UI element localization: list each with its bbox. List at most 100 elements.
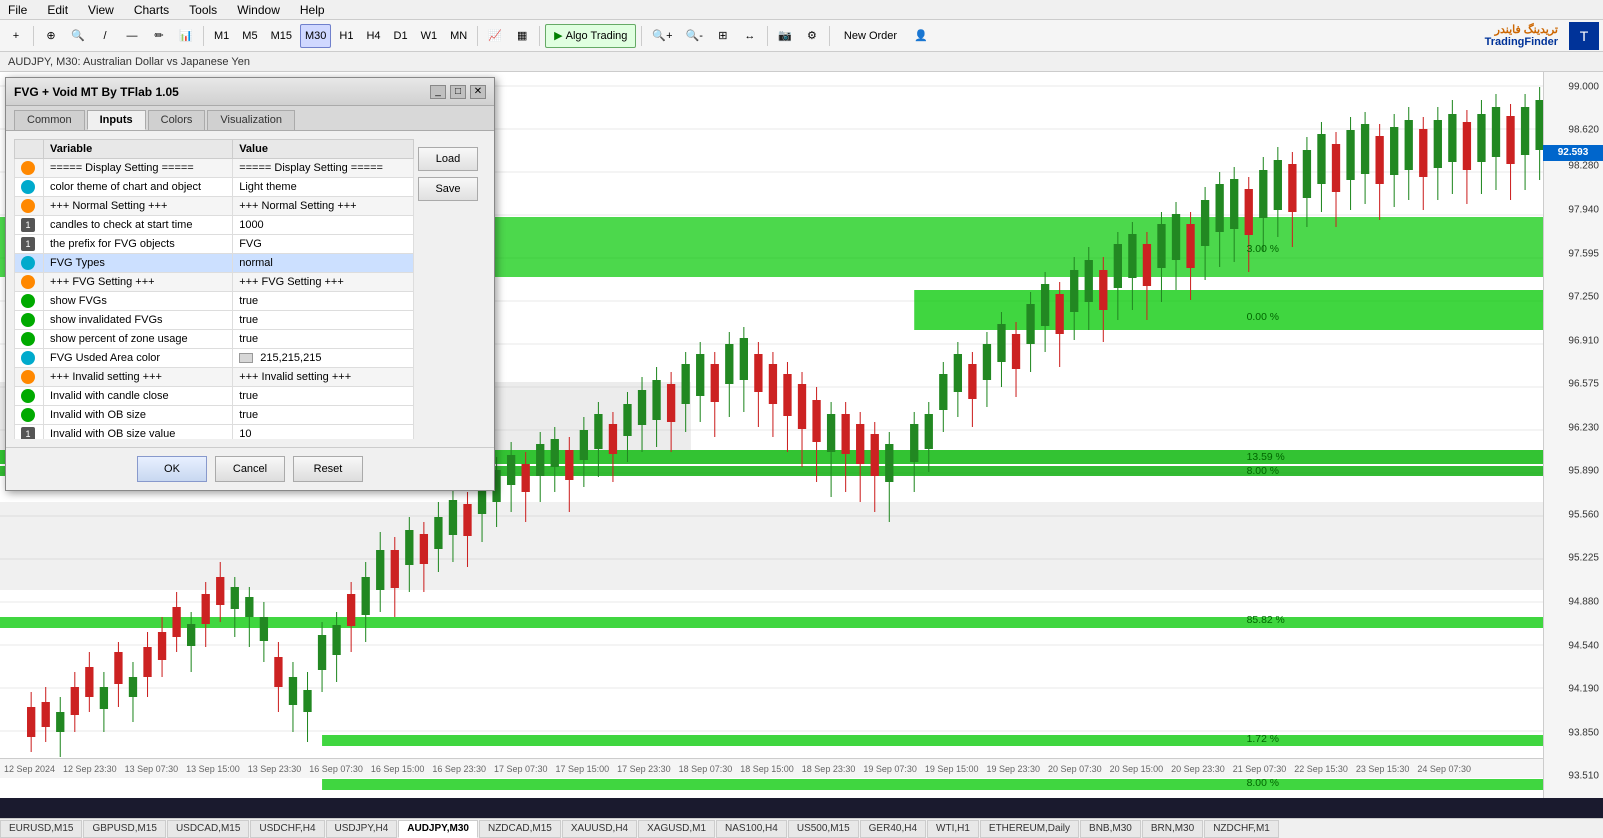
tab-visualization[interactable]: Visualization xyxy=(207,110,295,130)
tf-m5[interactable]: M5 xyxy=(237,24,262,48)
tab-usdjpy-h4[interactable]: USDJPY,H4 xyxy=(326,820,398,838)
zoom-btn[interactable]: 🔍 xyxy=(66,24,90,48)
tf-m30[interactable]: M30 xyxy=(300,24,331,48)
row-value[interactable]: true xyxy=(233,292,414,311)
menu-file[interactable]: File xyxy=(4,3,31,17)
menu-tools[interactable]: Tools xyxy=(185,3,221,17)
table-row[interactable]: 1 the prefix for FVG objects FVG xyxy=(15,235,414,254)
row-value[interactable]: FVG xyxy=(233,235,414,254)
row-value[interactable]: true xyxy=(233,330,414,349)
tab-nzdcad-m15[interactable]: NZDCAD,M15 xyxy=(479,820,561,838)
row-value[interactable]: 215,215,215 xyxy=(233,349,414,368)
row-value[interactable]: normal xyxy=(233,254,414,273)
tab-wti-h1[interactable]: WTI,H1 xyxy=(927,820,979,838)
row-value[interactable]: Light theme xyxy=(233,178,414,197)
tab-common[interactable]: Common xyxy=(14,110,85,130)
tab-nas100-h4[interactable]: NAS100,H4 xyxy=(716,820,787,838)
menu-view[interactable]: View xyxy=(84,3,118,17)
reset-button[interactable]: Reset xyxy=(293,456,363,482)
table-row[interactable]: color theme of chart and object Light th… xyxy=(15,178,414,197)
tf-m15[interactable]: M15 xyxy=(266,24,297,48)
save-button[interactable]: Save xyxy=(418,177,478,201)
menu-charts[interactable]: Charts xyxy=(130,3,173,17)
tb-sep-2 xyxy=(203,26,204,46)
table-row[interactable]: Invalid with candle close true xyxy=(15,387,414,406)
tf-h1[interactable]: H1 xyxy=(334,24,358,48)
table-row[interactable]: show FVGs true xyxy=(15,292,414,311)
new-order-btn[interactable]: New Order xyxy=(835,24,906,48)
tf-m1[interactable]: M1 xyxy=(209,24,234,48)
tf-d1[interactable]: D1 xyxy=(389,24,413,48)
row-value[interactable]: ===== Display Setting ===== xyxy=(233,159,414,178)
crosshair-btn[interactable]: ⊕ xyxy=(39,24,63,48)
tab-usdchf-h4[interactable]: USDCHF,H4 xyxy=(250,820,324,838)
green-icon xyxy=(21,389,35,403)
table-row[interactable]: ===== Display Setting ===== ===== Displa… xyxy=(15,159,414,178)
new-chart-btn[interactable]: + xyxy=(4,24,28,48)
tab-eurusd-m15[interactable]: EURUSD,M15 xyxy=(0,820,82,838)
row-value[interactable]: +++ FVG Setting +++ xyxy=(233,273,414,292)
row-value[interactable]: 1000 xyxy=(233,216,414,235)
table-row[interactable]: +++ FVG Setting +++ +++ FVG Setting +++ xyxy=(15,273,414,292)
line-btn[interactable]: / xyxy=(93,24,117,48)
tf-mn[interactable]: MN xyxy=(445,24,472,48)
tf-h4[interactable]: H4 xyxy=(361,24,385,48)
row-icon-cell xyxy=(15,368,44,387)
minimize-button[interactable]: _ xyxy=(430,85,446,99)
auto-scroll-btn[interactable]: ↔ xyxy=(738,24,762,48)
table-row[interactable]: show percent of zone usage true xyxy=(15,330,414,349)
zoom-out-btn[interactable]: 🔍- xyxy=(681,24,708,48)
tab-audjpy-m30[interactable]: AUDJPY,M30 xyxy=(398,820,478,838)
settings-scroll[interactable]: Variable Value ===== Display Setting ===… xyxy=(14,139,414,439)
menu-window[interactable]: Window xyxy=(233,3,284,17)
tab-nzdchf-m1[interactable]: NZDCHF,M1 xyxy=(1204,820,1279,838)
tab-xagusd-m1[interactable]: XAGUSD,M1 xyxy=(638,820,715,838)
tab-ger40-h4[interactable]: GER40,H4 xyxy=(860,820,926,838)
row-value[interactable]: true xyxy=(233,406,414,425)
load-button[interactable]: Load xyxy=(418,147,478,171)
tab-usdcad-m15[interactable]: USDCAD,M15 xyxy=(167,820,249,838)
table-row[interactable]: Invalid with OB size true xyxy=(15,406,414,425)
row-value[interactable]: true xyxy=(233,387,414,406)
tab-eth-daily[interactable]: ETHEREUM,Daily xyxy=(980,820,1079,838)
zoom-in-btn[interactable]: 🔍+ xyxy=(647,24,677,48)
table-row[interactable]: 1 candles to check at start time 1000 xyxy=(15,216,414,235)
settings-dialog[interactable]: FVG + Void MT By TFlab 1.05 _ □ ✕ Common… xyxy=(5,77,495,491)
hline-btn[interactable]: — xyxy=(120,24,144,48)
table-row[interactable]: 1 Invalid with OB size value 10 xyxy=(15,425,414,440)
settings-btn[interactable]: ⚙ xyxy=(800,24,824,48)
menu-help[interactable]: Help xyxy=(296,3,329,17)
maximize-button[interactable]: □ xyxy=(450,85,466,99)
tab-us500-m15[interactable]: US500,M15 xyxy=(788,820,859,838)
tab-bnb-m30[interactable]: BNB,M30 xyxy=(1080,820,1141,838)
table-row[interactable]: FVG Types normal xyxy=(15,254,414,273)
row-value[interactable]: 10 xyxy=(233,425,414,440)
account-btn[interactable]: 👤 xyxy=(909,24,933,48)
row-value[interactable]: +++ Normal Setting +++ xyxy=(233,197,414,216)
table-row[interactable]: FVG Usded Area color 215,215,215 xyxy=(15,349,414,368)
tab-brn-m30[interactable]: BRN,M30 xyxy=(1142,820,1203,838)
close-button[interactable]: ✕ xyxy=(470,85,486,99)
table-row[interactable]: show invalidated FVGs true xyxy=(15,311,414,330)
chart-candle-btn[interactable]: ▦ xyxy=(510,24,534,48)
tab-gbpusd-m15[interactable]: GBPUSD,M15 xyxy=(83,820,165,838)
draw-btn[interactable]: ✏ xyxy=(147,24,171,48)
tf-w1[interactable]: W1 xyxy=(416,24,443,48)
dialog-titlebar[interactable]: FVG + Void MT By TFlab 1.05 _ □ ✕ xyxy=(6,78,494,106)
tab-colors[interactable]: Colors xyxy=(148,110,206,130)
row-value[interactable]: +++ Invalid setting +++ xyxy=(233,368,414,387)
row-value[interactable]: true xyxy=(233,311,414,330)
grid-btn[interactable]: ⊞ xyxy=(711,24,735,48)
indicators-btn[interactable]: 📊 xyxy=(174,24,198,48)
ok-button[interactable]: OK xyxy=(137,456,207,482)
cancel-button[interactable]: Cancel xyxy=(215,456,285,482)
svg-text:8.00 %: 8.00 % xyxy=(1247,466,1279,477)
table-row[interactable]: +++ Invalid setting +++ +++ Invalid sett… xyxy=(15,368,414,387)
algo-trading-btn[interactable]: ▶ Algo Trading xyxy=(545,24,636,48)
screenshot-btn[interactable]: 📷 xyxy=(773,24,797,48)
tab-xauusd-h4[interactable]: XAUUSD,H4 xyxy=(562,820,637,838)
tab-inputs[interactable]: Inputs xyxy=(87,110,146,130)
table-row[interactable]: +++ Normal Setting +++ +++ Normal Settin… xyxy=(15,197,414,216)
menu-edit[interactable]: Edit xyxy=(43,3,72,17)
chart-line-btn[interactable]: 📈 xyxy=(483,24,507,48)
